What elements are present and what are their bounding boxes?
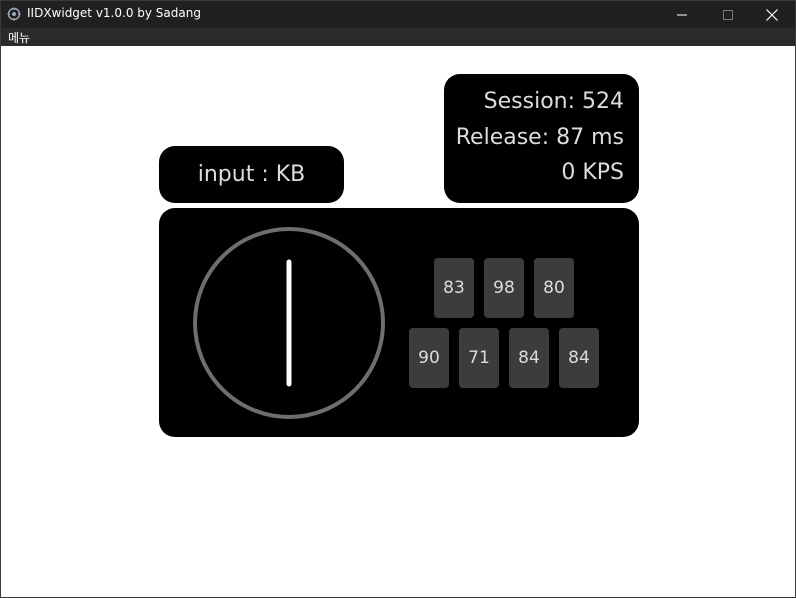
key-5: 84 [509, 328, 549, 388]
minimize-icon [677, 14, 687, 15]
app-icon [7, 7, 21, 21]
session-count: Session: 524 [483, 89, 624, 114]
title-bar[interactable]: IIDXwidget v1.0.0 by Sadang [1, 1, 795, 28]
minimize-button[interactable] [659, 1, 705, 28]
key-1: 90 [409, 328, 449, 388]
turntable [193, 227, 385, 419]
key-4: 98 [484, 258, 524, 318]
key-2: 83 [434, 258, 474, 318]
close-icon [766, 8, 778, 21]
key-6: 80 [534, 258, 574, 318]
key-7: 84 [559, 328, 599, 388]
maximize-button[interactable] [705, 1, 751, 28]
controller-panel: 83 98 80 90 71 84 84 [159, 208, 639, 437]
app-window: IIDXwidget v1.0.0 by Sadang 메뉴 Session: … [0, 0, 796, 598]
kps-readout: 0 KPS [561, 160, 624, 185]
menu-bar: 메뉴 [1, 28, 795, 46]
key-3: 71 [459, 328, 499, 388]
window-title: IIDXwidget v1.0.0 by Sadang [27, 6, 201, 20]
menu-item-menu[interactable]: 메뉴 [8, 29, 30, 46]
input-mode-label: input : KB [197, 162, 306, 187]
close-button[interactable] [749, 1, 795, 28]
maximize-icon [723, 9, 733, 20]
release-time: Release: 87 ms [455, 125, 624, 150]
stats-panel: Session: 524 Release: 87 ms 0 KPS [444, 74, 639, 203]
widget-canvas: Session: 524 Release: 87 ms 0 KPS input … [1, 46, 795, 597]
input-mode-panel: input : KB [159, 146, 344, 203]
